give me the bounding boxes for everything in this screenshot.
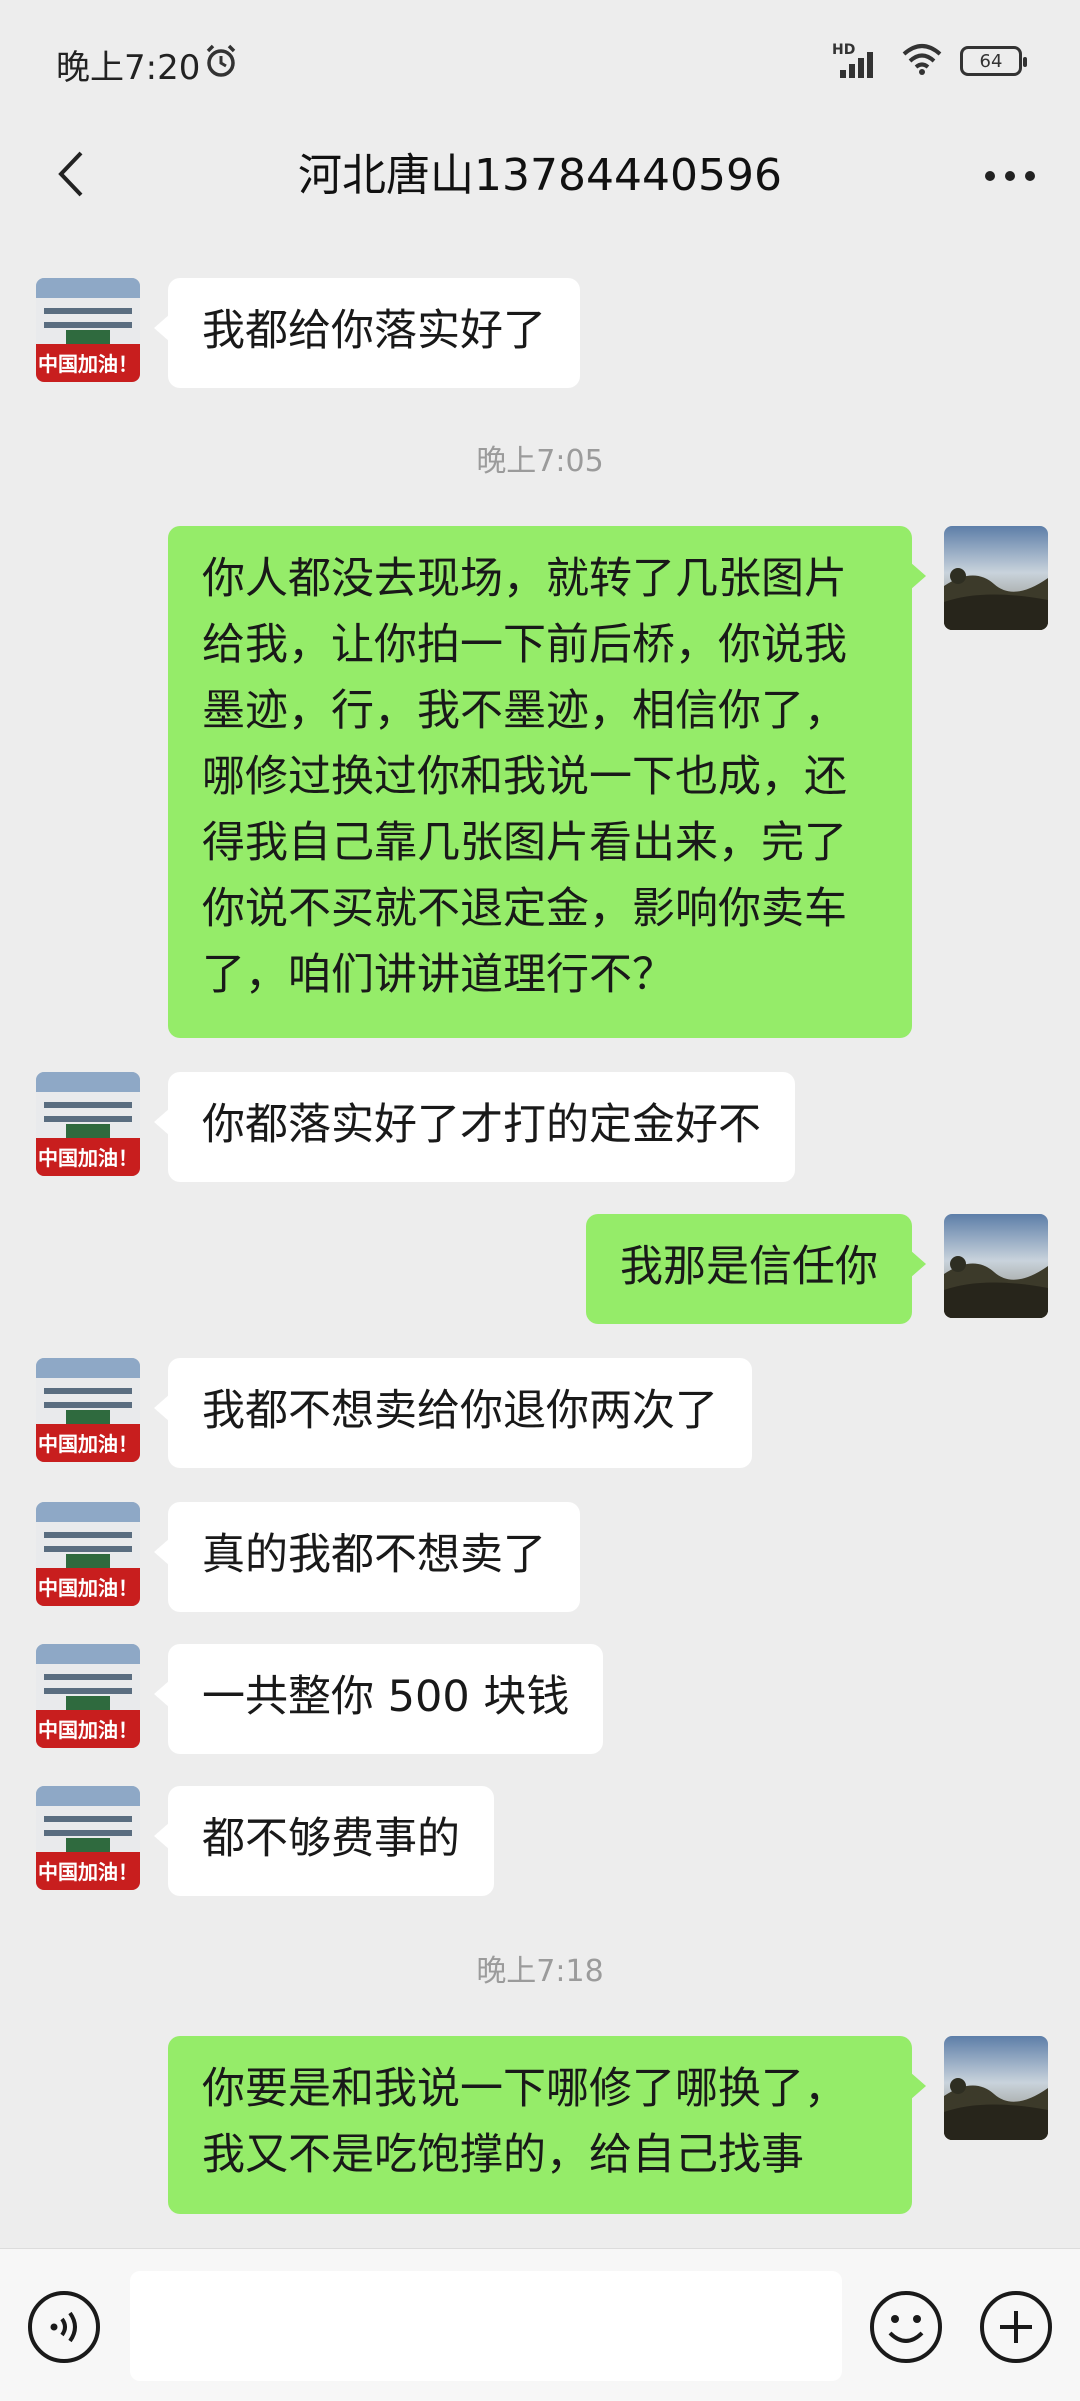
chat-title: 河北唐山13784440596 — [298, 150, 782, 201]
svg-text:中国加油！: 中国加油！ — [38, 1860, 138, 1884]
wifi-icon — [900, 42, 944, 80]
contact-avatar[interactable]: 中国加油！ — [36, 1644, 140, 1748]
contact-avatar[interactable]: 中国加油！ — [36, 1786, 140, 1890]
outgoing-message[interactable]: 我那是信任你 — [586, 1214, 926, 1324]
message-input[interactable] — [130, 2271, 842, 2381]
my-avatar[interactable] — [944, 2036, 1048, 2140]
message-row: 中国加油！ 我都不想卖给你退你两次了 — [0, 1358, 1080, 1468]
emoji-button[interactable] — [868, 2289, 944, 2365]
contact-avatar[interactable]: 中国加油！ — [36, 1072, 140, 1176]
my-avatar[interactable] — [944, 526, 1048, 630]
svg-text:中国加油！: 中国加油！ — [38, 1146, 138, 1170]
message-row: 中国加油！ 真的我都不想卖了 — [0, 1502, 1080, 1612]
outgoing-message[interactable]: 你要是和我说一下哪修了哪换了，我又不是吃饱撑的，给自己找事 — [168, 2036, 926, 2214]
signal-icon: HD — [832, 42, 884, 78]
message-timestamp: 晚上7:18 — [476, 1954, 604, 1989]
status-bar: 晚上7:20 HD 64 — [0, 0, 1080, 126]
voice-icon — [26, 2291, 102, 2369]
more-dots-icon — [984, 167, 1036, 186]
message-row: 中国加油！ 一共整你 500 块钱 — [0, 1644, 1080, 1754]
battery-icon: 64 — [960, 46, 1027, 76]
contact-avatar[interactable]: 中国加油！ — [36, 1358, 140, 1462]
message-timestamp: 晚上7:05 — [476, 444, 604, 479]
incoming-message[interactable]: 你都落实好了才打的定金好不 — [154, 1072, 795, 1182]
incoming-message[interactable]: 我都给你落实好了 — [154, 278, 580, 388]
incoming-message[interactable]: 一共整你 500 块钱 — [153, 1644, 604, 1754]
outgoing-message[interactable]: 你人都没去现场，就转了几张图片给我，让你拍一下前后桥，你说我墨迹，行，我不墨迹，… — [168, 526, 926, 1038]
emoji-icon — [868, 2291, 944, 2369]
status-time: 晚上7:20 — [56, 48, 201, 88]
message-row: 你人都没去现场，就转了几张图片给我，让你拍一下前后桥，你说我墨迹，行，我不墨迹，… — [0, 526, 1080, 1038]
incoming-message[interactable]: 我都不想卖给你退你两次了 — [154, 1358, 752, 1468]
plus-icon — [978, 2291, 1054, 2369]
svg-text:中国加油！: 中国加油！ — [38, 352, 138, 376]
battery-level: 64 — [979, 50, 1003, 72]
contact-avatar[interactable]: 中国加油！ — [36, 1502, 140, 1606]
title-bar: 河北唐山13784440596 — [0, 126, 1080, 236]
message-row: 我那是信任你 — [0, 1214, 1080, 1324]
input-bar — [0, 2248, 1080, 2401]
svg-text:中国加油！: 中国加油！ — [38, 1576, 138, 1600]
incoming-message[interactable]: 都不够费事的 — [154, 1786, 494, 1896]
plus-button[interactable] — [978, 2289, 1054, 2365]
more-button[interactable] — [970, 136, 1050, 216]
message-row: 中国加油！ 你都落实好了才打的定金好不 — [0, 1072, 1080, 1182]
alarm-icon — [202, 42, 240, 84]
message-row: 你要是和我说一下哪修了哪换了，我又不是吃饱撑的，给自己找事 — [0, 2036, 1080, 2214]
svg-text:中国加油！: 中国加油！ — [38, 1718, 138, 1742]
incoming-message[interactable]: 真的我都不想卖了 — [154, 1502, 580, 1612]
svg-text:中国加油！: 中国加油！ — [38, 1432, 138, 1456]
my-avatar[interactable] — [944, 1214, 1048, 1318]
message-row: 中国加油！ 都不够费事的 — [0, 1786, 1080, 1896]
message-row: 中国加油！ 我都给你落实好了 — [0, 278, 1080, 388]
chat-history[interactable]: 中国加油！ 我都给你落实好了 晚上7:05 你人都没去现场，就转了几张图片给我，… — [0, 236, 1080, 2248]
contact-avatar[interactable]: 中国加油！ — [36, 278, 140, 382]
voice-button[interactable] — [26, 2289, 102, 2365]
